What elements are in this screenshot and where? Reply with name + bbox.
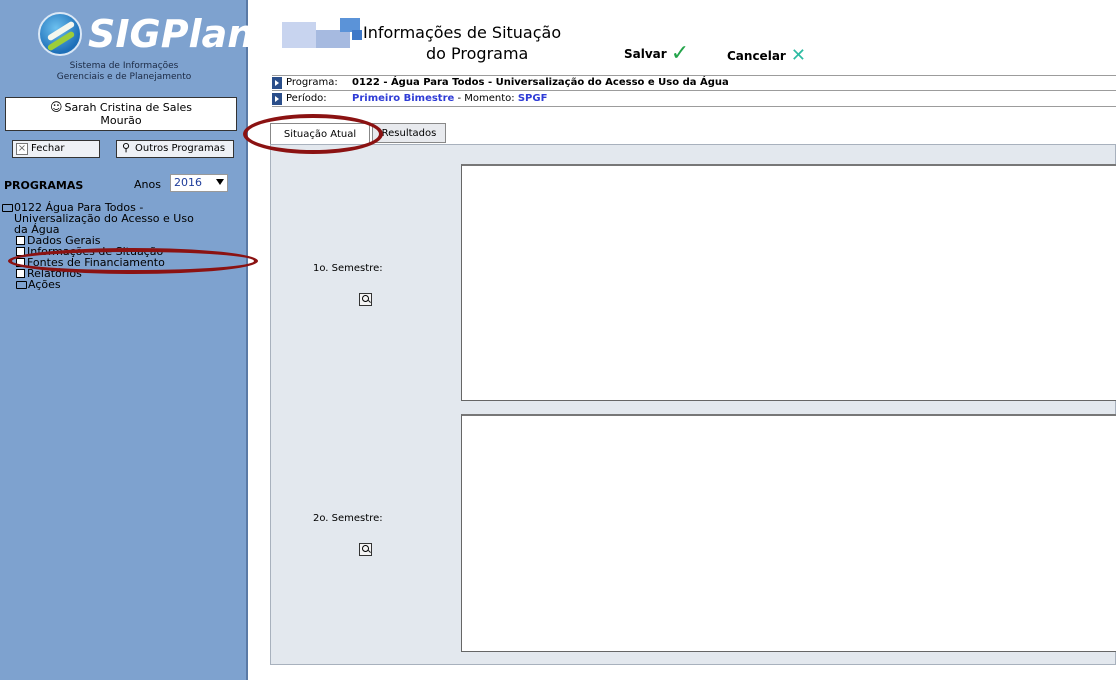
tab-resultados[interactable]: Resultados xyxy=(372,123,446,143)
decor-square xyxy=(352,30,362,40)
page-title-line-2: do Programa xyxy=(426,44,529,63)
fechar-label: Fechar xyxy=(31,143,65,154)
periodo-label: Período: xyxy=(286,92,327,104)
salvar-label: Salvar xyxy=(624,47,667,61)
fechar-button[interactable]: × Fechar xyxy=(12,140,100,158)
logo-subtitle: Sistema de Informações Gerenciais e de P… xyxy=(0,61,248,83)
check-icon: ✓ xyxy=(670,41,690,66)
programas-heading: PROGRAMAS xyxy=(4,179,84,192)
logo-text: SIGPlan xyxy=(88,12,255,56)
anos-select[interactable]: 2016 xyxy=(170,174,228,192)
decor-square xyxy=(282,22,316,48)
logo-subtitle-line-1: Sistema de Informações xyxy=(69,61,179,71)
outros-programas-button[interactable]: ⚲ Outros Programas xyxy=(116,140,234,158)
logo-subtitle-line-2: Gerenciais e de Planejamento xyxy=(56,72,192,82)
header-decoration xyxy=(282,18,372,50)
semestre-1-textarea[interactable] xyxy=(461,164,1116,401)
page-icon xyxy=(16,247,25,256)
semestre-2-label: 2o. Semestre: xyxy=(313,513,383,524)
programa-bar: Programa: 0122 - Água Para Todos - Unive… xyxy=(272,75,1116,91)
situacao-panel: 1o. Semestre: 2o. Semestre: xyxy=(270,144,1116,665)
search-icon: ⚲ xyxy=(121,141,131,154)
user-name-line-2: Mourão xyxy=(100,114,142,127)
folder-icon xyxy=(16,281,27,289)
zoom-icon[interactable] xyxy=(359,543,372,556)
momento-label: - Momento: xyxy=(454,92,518,104)
tree-root-label: 0122 Água Para Todos - Universalização d… xyxy=(14,202,194,235)
sigplan-logo-icon xyxy=(38,12,82,56)
zoom-icon[interactable] xyxy=(359,293,372,306)
sidebar: SIGPlan Sistema de Informações Gerenciai… xyxy=(0,0,254,680)
tree-root-program[interactable]: 0122 Água Para Todos - Universalização d… xyxy=(2,202,246,235)
cancelar-label: Cancelar xyxy=(727,49,786,63)
page-icon xyxy=(16,236,25,245)
salvar-button[interactable]: Salvar ✓ xyxy=(624,41,690,66)
periodo-bar: Período: Primeiro Bimestre - Momento: SP… xyxy=(272,91,1116,107)
momento-value: SPGF xyxy=(517,92,548,104)
semestre-2-textarea[interactable] xyxy=(461,414,1116,652)
cancelar-button[interactable]: Cancelar ✕ xyxy=(727,45,806,66)
close-icon: × xyxy=(16,143,28,155)
programa-label: Programa: xyxy=(286,77,338,88)
page-icon xyxy=(16,258,25,267)
tree-item-acoes[interactable]: Ações xyxy=(2,279,246,290)
program-tree: 0122 Água Para Todos - Universalização d… xyxy=(2,202,246,290)
outros-programas-label: Outros Programas xyxy=(135,143,226,154)
sigplan-logo: SIGPlan xyxy=(38,8,254,60)
arrow-right-icon xyxy=(272,77,282,89)
tab-situacao-atual[interactable]: Situação Atual xyxy=(270,123,370,145)
chevron-down-icon xyxy=(216,179,224,185)
arrow-right-icon xyxy=(272,92,282,105)
programa-value: 0122 - Água Para Todos - Universalização… xyxy=(352,77,729,88)
periodo-value: Primeiro Bimestre xyxy=(352,92,455,104)
close-icon: ✕ xyxy=(790,45,806,66)
decor-square xyxy=(316,30,350,48)
page-title-line-1: Informações de Situação xyxy=(363,23,562,42)
page-icon xyxy=(16,269,25,278)
tree-item-label: Ações xyxy=(28,278,61,291)
semestre-1-label: 1o. Semestre: xyxy=(313,263,383,274)
user-icon: ☺ xyxy=(49,100,63,114)
user-box: ☺ Sarah Cristina de Sales Mourão xyxy=(5,97,237,131)
anos-value: 2016 xyxy=(174,176,202,189)
anos-label: Anos xyxy=(134,178,161,191)
user-name-line-1: Sarah Cristina de Sales xyxy=(64,101,193,114)
folder-open-icon xyxy=(2,204,13,212)
